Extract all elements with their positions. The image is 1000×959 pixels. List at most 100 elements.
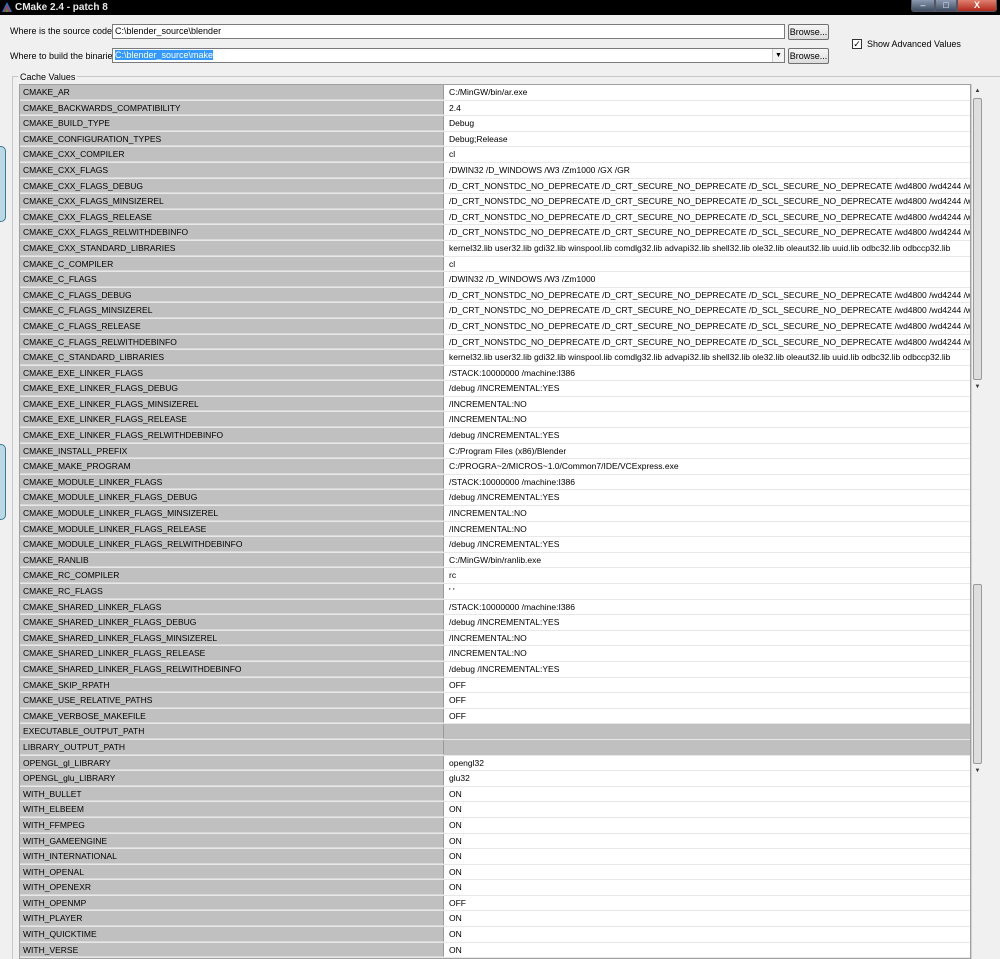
table-row[interactable]: CMAKE_CXX_STANDARD_LIBRARIES kernel32.lib… <box>20 240 970 257</box>
cache-value[interactable]: /debug /INCREMENTAL:YES <box>444 381 970 396</box>
scroll-thumb[interactable] <box>973 98 982 380</box>
table-row[interactable]: CMAKE_BACKWARDS_COMPATIBILITY 2.4 <box>20 100 970 117</box>
table-row[interactable]: WITH_BULLET ON <box>20 786 970 803</box>
table-row[interactable]: CMAKE_CXX_FLAGS /DWIN32 /D_WINDOWS /W3 /… <box>20 162 970 179</box>
cache-value[interactable]: Debug;Release <box>444 132 970 147</box>
table-row[interactable]: CMAKE_EXE_LINKER_FLAGS_DEBUG/debug /INCR… <box>20 381 970 397</box>
table-row[interactable]: CMAKE_MODULE_LINKER_FLAGS_MINSIZEREL/INC… <box>20 506 970 522</box>
cache-value[interactable]: /STACK:10000000 /machine:I386 <box>444 600 970 615</box>
table-row[interactable]: CMAKE_SHARED_LINKER_FLAGS_RELWITHDEBINFO… <box>20 661 970 678</box>
table-row[interactable]: CMAKE_RANLIB C:/MinGW/bin/ranlib.exe <box>20 552 970 569</box>
cache-value[interactable]: ON <box>444 849 970 864</box>
table-row[interactable]: CMAKE_CXX_FLAGS_RELWITHDEBINFO/D_CRT_NON… <box>20 225 970 241</box>
scroll-up-icon[interactable]: ▲ <box>972 86 983 97</box>
cache-values-table[interactable]: CMAKE_AR C:/MinGW/bin/ar.exe CMAKE_BACKWAR… <box>19 84 971 959</box>
cache-value[interactable]: C:/Program Files (x86)/Blender <box>444 444 970 459</box>
table-row[interactable]: CMAKE_MAKE_PROGRAM C:/PROGRA~2/MICROS~1.0… <box>20 459 970 475</box>
cache-value[interactable]: cl <box>444 257 970 272</box>
browse-source-button[interactable]: Browse... <box>788 24 829 40</box>
cache-value[interactable]: C:/PROGRA~2/MICROS~1.0/Common7/IDE/VCExp… <box>444 459 970 474</box>
browse-build-button[interactable]: Browse... <box>788 48 829 64</box>
table-row[interactable]: CMAKE_SHARED_LINKER_FLAGS_MINSIZEREL/INC… <box>20 630 970 647</box>
table-row[interactable]: CMAKE_BUILD_TYPE Debug <box>20 116 970 132</box>
cache-value[interactable]: /INCREMENTAL:NO <box>444 397 970 412</box>
cache-value[interactable]: /debug /INCREMENTAL:YES <box>444 490 970 505</box>
cache-value[interactable]: /D_CRT_NONSTDC_NO_DEPRECATE /D_CRT_SECUR… <box>444 335 970 350</box>
table-row[interactable]: WITH_GAMEENGINE ON <box>20 833 970 850</box>
cache-value[interactable]: ON <box>444 787 970 802</box>
table-row[interactable]: CMAKE_EXE_LINKER_FLAGS_RELEASE/INCREMENT… <box>20 412 970 429</box>
table-row[interactable]: WITH_ELBEEM ON <box>20 802 970 818</box>
cache-value[interactable]: kernel32.lib user32.lib gdi32.lib winspo… <box>444 350 970 365</box>
table-row[interactable]: CMAKE_CXX_COMPILER cl <box>20 147 970 163</box>
cache-value[interactable]: /debug /INCREMENTAL:YES <box>444 615 970 630</box>
cache-value[interactable]: 2.4 <box>444 101 970 116</box>
table-row[interactable]: CMAKE_AR C:/MinGW/bin/ar.exe <box>20 85 970 101</box>
table-row[interactable]: WITH_FFMPEG ON <box>20 817 970 834</box>
table-row[interactable]: CMAKE_EXE_LINKER_FLAGS /STACK:10000000 /… <box>20 365 970 382</box>
table-row[interactable]: CMAKE_C_FLAGS_RELWITHDEBINFO/D_CRT_NONST… <box>20 334 970 351</box>
table-row[interactable]: OPENGL_gl_LIBRARY opengl32 <box>20 755 970 772</box>
scroll-thumb[interactable] <box>973 584 982 764</box>
cache-value[interactable]: ON <box>444 927 970 942</box>
cache-value[interactable]: OFF <box>444 896 970 911</box>
table-row[interactable]: WITH_OPENMP OFF <box>20 895 970 912</box>
chevron-down-icon[interactable]: ▼ <box>772 49 784 62</box>
cache-value[interactable]: ON <box>444 834 970 849</box>
build-binaries-combobox[interactable]: C:\blender_source\make ▼ <box>112 48 785 63</box>
table-row[interactable]: WITH_QUICKTIME ON <box>20 927 970 943</box>
cache-value[interactable]: /STACK:10000000 /machine:I386 <box>444 475 970 490</box>
table-row[interactable]: CMAKE_SHARED_LINKER_FLAGS /STACK:1000000… <box>20 599 970 616</box>
table-row[interactable]: CMAKE_MODULE_LINKER_FLAGS /STACK:1000000… <box>20 474 970 491</box>
cache-value[interactable]: /D_CRT_NONSTDC_NO_DEPRECATE /D_CRT_SECUR… <box>444 319 970 334</box>
cache-value[interactable]: OFF <box>444 709 970 724</box>
table-row[interactable]: OPENGL_glu_LIBRARY glu32 <box>20 771 970 787</box>
cache-value[interactable]: OFF <box>444 693 970 708</box>
table-row[interactable]: WITH_INTERNATIONAL ON <box>20 849 970 865</box>
scroll-down-icon[interactable]: ▼ <box>972 766 983 777</box>
cache-value[interactable]: /D_CRT_NONSTDC_NO_DEPRECATE /D_CRT_SECUR… <box>444 210 970 225</box>
cache-value[interactable]: ON <box>444 911 970 926</box>
table-row[interactable]: CMAKE_VERBOSE_MAKEFILE OFF <box>20 708 970 725</box>
cache-value[interactable]: ON <box>444 865 970 880</box>
table-row[interactable]: CMAKE_RC_FLAGS ' ' <box>20 584 970 600</box>
cache-value[interactable]: /D_CRT_NONSTDC_NO_DEPRECATE /D_CRT_SECUR… <box>444 179 970 194</box>
table-row[interactable]: CMAKE_USE_RELATIVE_PATHS OFF <box>20 693 970 709</box>
cache-value[interactable]: /INCREMENTAL:NO <box>444 522 970 537</box>
table-row[interactable]: CMAKE_C_FLAGS_DEBUG/D_CRT_NONSTDC_NO_DEP… <box>20 287 970 304</box>
cache-value[interactable]: OFF <box>444 678 970 693</box>
cache-value[interactable] <box>444 724 970 739</box>
table-row[interactable]: CMAKE_CXX_FLAGS_DEBUG/D_CRT_NONSTDC_NO_D… <box>20 178 970 195</box>
cache-value[interactable]: /D_CRT_NONSTDC_NO_DEPRECATE /D_CRT_SECUR… <box>444 303 970 318</box>
maximize-button[interactable]: □ <box>935 0 957 12</box>
cache-value[interactable]: ' ' <box>444 584 970 599</box>
vertical-scrollbar[interactable]: ▲ ▼ ▼ <box>971 84 983 959</box>
cache-value[interactable]: /INCREMENTAL:NO <box>444 412 970 427</box>
table-row[interactable]: CMAKE_C_FLAGS_MINSIZEREL/D_CRT_NONSTDC_N… <box>20 303 970 319</box>
scroll-down-icon[interactable]: ▼ <box>972 382 983 393</box>
cache-value[interactable]: Debug <box>444 116 970 131</box>
cache-value[interactable]: /D_CRT_NONSTDC_NO_DEPRECATE /D_CRT_SECUR… <box>444 225 970 240</box>
table-row[interactable]: EXECUTABLE_OUTPUT_PATH <box>20 724 970 740</box>
table-row[interactable]: CMAKE_MODULE_LINKER_FLAGS_RELWITHDEBINFO… <box>20 537 970 553</box>
table-row[interactable]: CMAKE_SKIP_RPATH OFF <box>20 677 970 694</box>
cache-value[interactable]: rc <box>444 568 970 583</box>
table-row[interactable]: CMAKE_MODULE_LINKER_FLAGS_RELEASE/INCREM… <box>20 521 970 538</box>
cache-value[interactable]: C:/MinGW/bin/ar.exe <box>444 85 970 100</box>
cache-value[interactable] <box>444 739 970 755</box>
cache-value[interactable]: /DWIN32 /D_WINDOWS /W3 /Zm1000 /GX /GR <box>444 163 970 178</box>
cache-value[interactable]: opengl32 <box>444 756 970 771</box>
table-row[interactable]: CMAKE_CXX_FLAGS_RELEASE/D_CRT_NONSTDC_NO… <box>20 209 970 226</box>
table-row[interactable]: CMAKE_C_COMPILER cl <box>20 256 970 273</box>
source-code-input[interactable]: C:\blender_source\blender <box>112 24 785 39</box>
cache-value[interactable]: /debug /INCREMENTAL:YES <box>444 537 970 552</box>
table-row[interactable]: CMAKE_SHARED_LINKER_FLAGS_RELEASE/INCREM… <box>20 646 970 662</box>
cache-value[interactable]: /INCREMENTAL:NO <box>444 506 970 521</box>
table-row[interactable]: CMAKE_SHARED_LINKER_FLAGS_DEBUG/debug /I… <box>20 615 970 631</box>
cache-value[interactable]: C:/MinGW/bin/ranlib.exe <box>444 553 970 568</box>
table-row[interactable]: LIBRARY_OUTPUT_PATH <box>20 739 970 756</box>
cache-value[interactable]: /debug /INCREMENTAL:YES <box>444 428 970 443</box>
table-row[interactable]: CMAKE_EXE_LINKER_FLAGS_RELWITHDEBINFO/de… <box>20 428 970 444</box>
table-row[interactable]: CMAKE_RC_COMPILER rc <box>20 568 970 584</box>
cache-value[interactable]: ON <box>444 880 970 895</box>
